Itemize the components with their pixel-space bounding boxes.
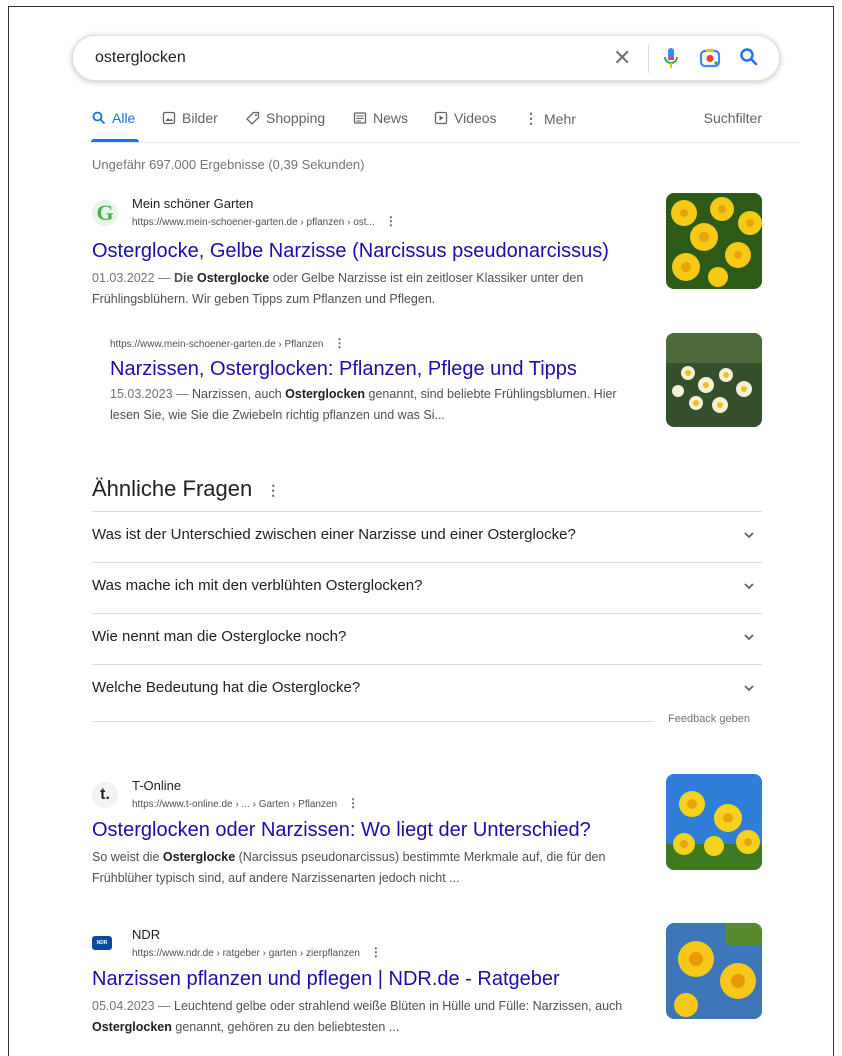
site-url: https://www.ndr.de › ratgeber › garten ›…	[132, 945, 382, 959]
result-thumbnail[interactable]	[666, 774, 762, 870]
favicon: G	[92, 200, 118, 226]
result-thumbnail[interactable]	[666, 333, 762, 427]
search-result: NDR NDR https://www.ndr.de › ratgeber › …	[92, 927, 637, 1038]
tag-icon	[246, 111, 260, 125]
tabs-divider	[86, 142, 800, 143]
site-url: https://www.t-online.de › ... › Garten ›…	[132, 796, 360, 810]
more-vert-icon[interactable]: ⋮	[385, 214, 397, 228]
search-box[interactable]: osterglocken ✕	[72, 35, 780, 81]
chevron-down-icon	[744, 634, 754, 641]
paa-question[interactable]: Was ist der Unterschied zwischen einer N…	[92, 511, 762, 562]
result-source[interactable]: t. T-Online https://www.t-online.de › ..…	[92, 778, 637, 812]
tab-label: Bilder	[182, 110, 218, 126]
result-title-link[interactable]: Osterglocke, Gelbe Narzisse (Narcissus p…	[92, 238, 637, 264]
search-tabs: Alle Bilder Shopping News Videos ⋮ Mehr …	[92, 110, 762, 134]
paa-question[interactable]: Welche Bedeutung hat die Osterglocke?	[92, 664, 762, 715]
result-title-link[interactable]: Narzissen pflanzen und pflegen | NDR.de …	[92, 966, 637, 992]
feedback-link[interactable]: Feedback geben	[668, 713, 750, 725]
search-input[interactable]: osterglocken	[95, 49, 186, 67]
microphone-icon[interactable]	[663, 46, 679, 75]
search-result: G Mein schöner Garten https://www.mein-s…	[92, 196, 637, 310]
result-stats: Ungefähr 697.000 Ergebnisse (0,39 Sekund…	[92, 157, 365, 172]
site-name: T-Online	[132, 778, 182, 793]
tab-bilder[interactable]: Bilder	[162, 110, 218, 126]
news-icon	[353, 112, 367, 124]
paa-list: Was ist der Unterschied zwischen einer N…	[92, 511, 762, 715]
site-name: Mein schöner Garten	[132, 196, 254, 211]
site-url: https://www.mein-schoener-garten.de › pf…	[132, 214, 397, 228]
result-snippet: So weist die Osterglocke (Narcissus pseu…	[92, 850, 606, 885]
paa-divider	[92, 721, 654, 722]
tab-mehr[interactable]: ⋮ Mehr	[524, 110, 576, 127]
tab-alle[interactable]: Alle	[92, 110, 135, 126]
tab-shopping[interactable]: Shopping	[246, 110, 325, 126]
chevron-down-icon	[744, 583, 754, 590]
search-icon	[92, 111, 106, 125]
result-snippet: 01.03.2022 — Die Osterglocke oder Gelbe …	[92, 271, 584, 306]
search-result: t. T-Online https://www.t-online.de › ..…	[92, 778, 637, 889]
play-icon	[434, 111, 448, 125]
more-vert-icon[interactable]: ⋮	[347, 796, 359, 810]
paa-question[interactable]: Was mache ich mit den verblühten Ostergl…	[92, 562, 762, 613]
result-snippet: 15.03.2023 — Narzissen, auch Osterglocke…	[110, 387, 617, 422]
search-separator	[648, 45, 649, 73]
more-vert-icon[interactable]: ⋮	[370, 945, 382, 959]
image-icon	[162, 111, 176, 125]
result-snippet: 05.04.2023 — Leuchtend gelbe oder strahl…	[92, 999, 623, 1034]
result-source[interactable]: G Mein schöner Garten https://www.mein-s…	[92, 196, 637, 230]
tab-label: News	[373, 110, 409, 126]
tab-label: Videos	[454, 110, 497, 126]
result-thumbnail[interactable]	[666, 923, 762, 1019]
tab-news[interactable]: News	[353, 110, 408, 126]
paa-question[interactable]: Wie nennt man die Osterglocke noch?	[92, 613, 762, 664]
site-name: NDR	[132, 927, 161, 942]
result-title-link[interactable]: Osterglocken oder Narzissen: Wo liegt de…	[92, 817, 637, 843]
more-vert-icon[interactable]: ⋮	[333, 336, 345, 350]
chevron-down-icon	[744, 685, 754, 692]
tab-label: Shopping	[266, 110, 326, 126]
result-title-link[interactable]: Narzissen, Osterglocken: Pflanzen, Pfleg…	[110, 356, 645, 382]
tab-label: Alle	[112, 110, 136, 126]
suchfilter-button[interactable]: Suchfilter	[704, 110, 762, 126]
search-icon[interactable]	[739, 47, 759, 72]
clear-icon[interactable]: ✕	[613, 44, 631, 72]
paa-heading: Ähnliche Fragen ⋮	[92, 476, 281, 501]
more-vert-icon: ⋮	[524, 110, 538, 126]
result-source[interactable]: NDR NDR https://www.ndr.de › ratgeber › …	[92, 927, 637, 961]
more-vert-icon[interactable]: ⋮	[266, 482, 280, 498]
tab-videos[interactable]: Videos	[434, 110, 497, 126]
chevron-down-icon	[744, 532, 754, 539]
favicon: t.	[92, 782, 118, 808]
search-result: https://www.mein-schoener-garten.de › Pf…	[110, 336, 645, 426]
result-thumbnail[interactable]	[666, 193, 762, 289]
camera-lens-icon[interactable]	[699, 47, 721, 74]
site-url: https://www.mein-schoener-garten.de › Pf…	[110, 336, 346, 350]
tab-label: Mehr	[544, 110, 576, 127]
favicon: NDR	[92, 936, 112, 950]
